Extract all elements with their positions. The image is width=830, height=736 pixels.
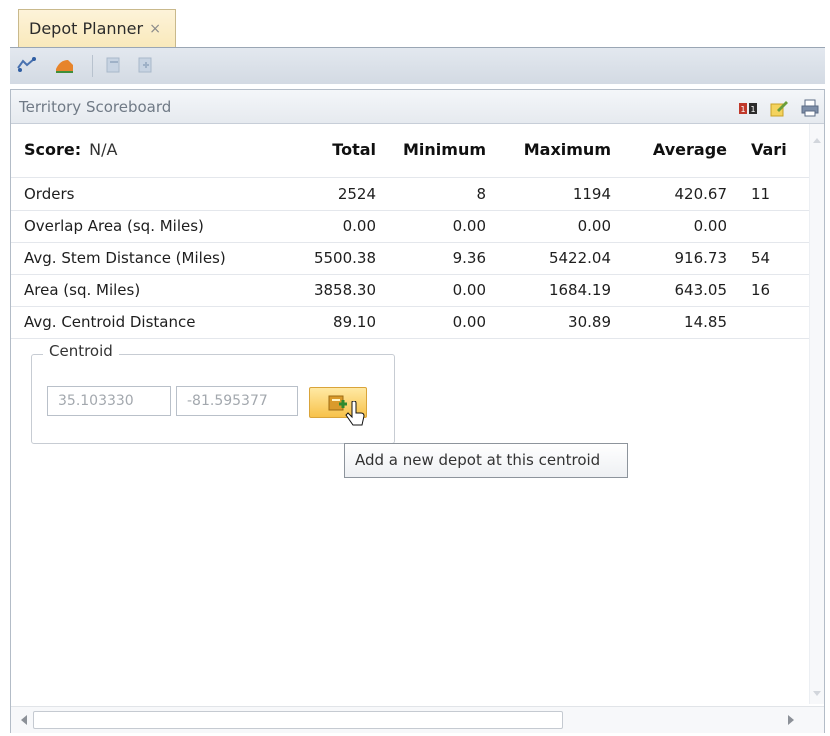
score-label: Score: (24, 140, 82, 159)
table-row[interactable]: Avg. Centroid Distance 89.10 0.00 30.89 … (11, 307, 811, 339)
cell-maximum: 1684.19 (548, 281, 611, 299)
score-value: N/A (89, 140, 118, 159)
svg-text:1: 1 (741, 105, 746, 114)
cell-variance (751, 211, 811, 242)
row-label: Avg. Centroid Distance (24, 313, 196, 331)
cell-minimum: 9.36 (452, 249, 486, 267)
cell-total: 89.10 (333, 313, 376, 331)
cell-minimum: 0.00 (452, 313, 486, 331)
tab-label: Depot Planner (29, 19, 144, 38)
cell-variance (751, 307, 811, 338)
panel-title: Territory Scoreboard (19, 98, 172, 116)
mouse-pointer-icon (345, 401, 365, 426)
vertical-scrollbar[interactable] (809, 124, 824, 704)
column-header-minimum[interactable]: Minimum (386, 134, 486, 165)
cell-average: 643.05 (674, 281, 728, 299)
paste-icon[interactable] (136, 56, 156, 74)
cell-minimum: 8 (476, 185, 486, 203)
close-icon[interactable]: × (149, 10, 161, 48)
cell-total: 2524 (337, 185, 376, 203)
cell-total: 3858.30 (313, 281, 376, 299)
table-row[interactable]: Area (sq. Miles) 3858.30 0.00 1684.19 64… (11, 275, 811, 307)
table-header-row: Score: N/A Total Minimum Maximum Average … (11, 124, 811, 178)
toolbar-separator (92, 55, 93, 77)
scroll-up-icon[interactable] (813, 138, 821, 143)
column-header-maximum[interactable]: Maximum (491, 134, 611, 165)
score-cell: Score: N/A (24, 134, 294, 165)
toolbar (10, 47, 825, 84)
cell-maximum: 0.00 (577, 217, 611, 235)
latitude-field[interactable] (47, 386, 171, 416)
centroid-title: Centroid (43, 342, 119, 360)
cell-minimum: 0.00 (452, 217, 486, 235)
cell-variance: 16 (751, 281, 771, 299)
cell-maximum: 30.89 (568, 313, 611, 331)
cell-maximum: 5422.04 (548, 249, 611, 267)
row-label: Orders (24, 185, 75, 203)
cell-variance: 54 (751, 249, 771, 267)
cell-average: 420.67 (674, 185, 728, 203)
territory-scoreboard-panel: Territory Scoreboard 11 Score: N/A Total … (10, 89, 825, 733)
cell-average: 14.85 (684, 313, 727, 331)
scroll-left-icon[interactable] (21, 715, 27, 725)
longitude-field[interactable] (176, 386, 298, 416)
row-label: Area (sq. Miles) (24, 281, 141, 299)
cell-variance: 11 (751, 185, 771, 203)
row-label: Avg. Stem Distance (Miles) (24, 249, 226, 267)
column-header-average[interactable]: Average (621, 134, 727, 165)
route-icon[interactable] (16, 56, 36, 74)
cell-average: 0.00 (693, 217, 727, 235)
column-header-variance[interactable]: Vari (751, 134, 811, 165)
edit-icon[interactable] (769, 96, 789, 117)
copy-icon[interactable] (104, 56, 124, 74)
horizontal-scrollbar[interactable] (11, 706, 824, 733)
layer-icon[interactable] (54, 56, 74, 74)
cell-total: 5500.38 (313, 249, 376, 267)
scroll-down-icon[interactable] (813, 691, 821, 696)
tab-strip: Depot Planner × (0, 0, 830, 47)
scroll-right-icon[interactable] (788, 715, 794, 725)
print-icon[interactable] (800, 96, 820, 117)
column-header-total[interactable]: Total (296, 134, 376, 165)
scroll-thumb[interactable] (33, 711, 563, 729)
cell-minimum: 0.00 (452, 281, 486, 299)
table-row[interactable]: Orders 2524 8 1194 420.67 11 (11, 179, 811, 211)
svg-text:1: 1 (751, 105, 756, 114)
panel-header: Territory Scoreboard 11 (11, 90, 824, 124)
table-row[interactable]: Avg. Stem Distance (Miles) 5500.38 9.36 … (11, 243, 811, 275)
tab-depot-planner[interactable]: Depot Planner × (18, 9, 176, 47)
cell-maximum: 1194 (572, 185, 611, 203)
table-row[interactable]: Overlap Area (sq. Miles) 0.00 0.00 0.00 … (11, 211, 811, 243)
cell-total: 0.00 (342, 217, 376, 235)
row-label: Overlap Area (sq. Miles) (24, 217, 204, 235)
compare-icon[interactable]: 11 (738, 96, 758, 116)
cell-average: 916.73 (674, 249, 728, 267)
add-depot-tooltip: Add a new depot at this centroid (344, 443, 628, 478)
